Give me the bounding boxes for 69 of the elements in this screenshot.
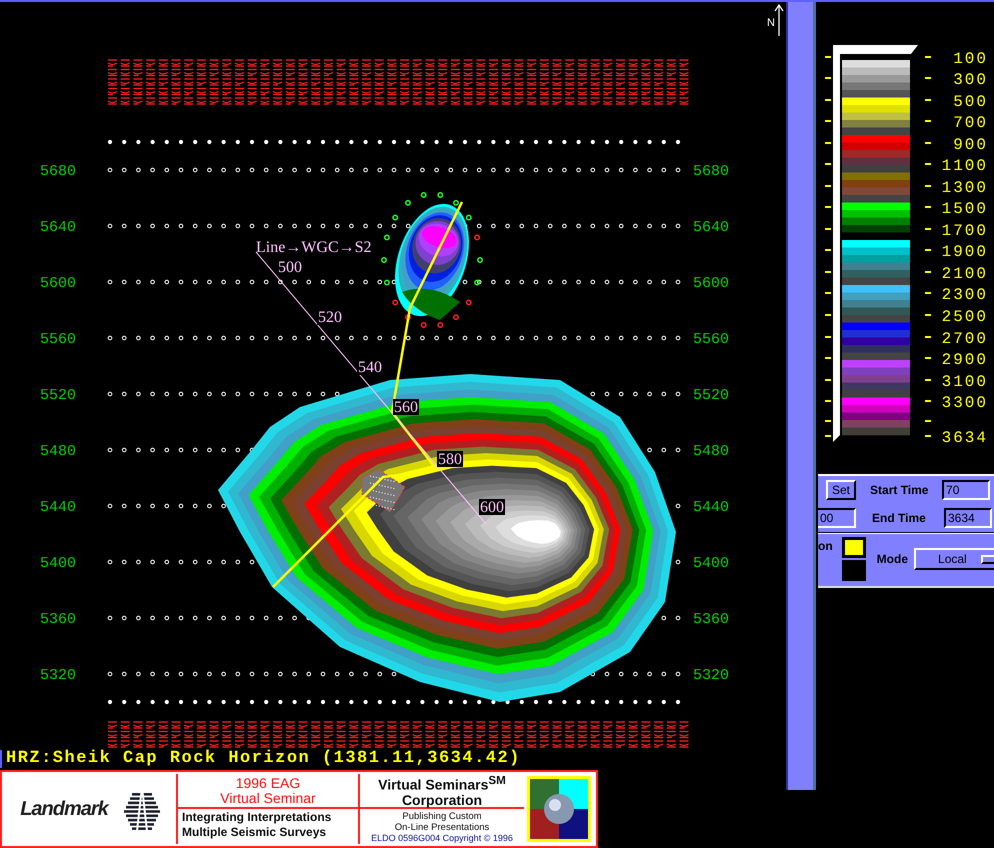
set-button[interactable]: Set [826, 480, 856, 500]
event-title: Virtual Seminar [220, 790, 316, 806]
status-text: HRZ:Sheik Cap Rock Horizon (1381.11,3634.42) [0, 750, 521, 768]
shotpoint-label: 520 [318, 309, 342, 326]
legend-label: 900 [953, 136, 988, 154]
legend-label: 1900 [942, 243, 988, 261]
legend-label: 1700 [942, 222, 988, 240]
copyright-text: ELDO 0596G004 Copyright © 1996 [371, 833, 513, 843]
shotpoint-label: 580 [438, 451, 462, 468]
globe-logo-icon [527, 776, 591, 842]
axis-label: 5400 [40, 555, 76, 572]
seminar-title: Multiple Seismic Surveys [181, 824, 328, 839]
axis-label: 5320 [40, 667, 76, 684]
company-name: Corporation [402, 792, 482, 808]
shotpoint-label: 540 [358, 359, 382, 376]
input-field[interactable]: 00 [818, 508, 856, 528]
legend-label: 1500 [942, 200, 988, 218]
axis-label: 5440 [693, 499, 730, 516]
axis-label: 5440 [40, 499, 76, 516]
axis-label: 5640 [693, 219, 730, 236]
axis-label: 5520 [693, 387, 730, 404]
color-swatch[interactable] [842, 561, 865, 580]
logo-text: Landmark [20, 798, 108, 820]
shotpoint-label: 500 [278, 259, 302, 276]
axis-label: 5360 [40, 611, 76, 628]
start-time-field[interactable]: 70 [942, 480, 990, 500]
seminar-title: Integrating Interpretations [181, 809, 332, 824]
legend-label: 2500 [942, 308, 988, 326]
axis-label: 5360 [693, 611, 730, 628]
axis-label: 5600 [693, 275, 730, 292]
legend-label: 3634 [942, 429, 988, 447]
field-label: on [818, 539, 833, 553]
axis-label: 5680 [40, 163, 76, 180]
axis-label: 5400 [693, 555, 730, 572]
tagline: On‑Line Presentations [394, 822, 490, 833]
end-time-field[interactable]: 3634 [944, 508, 992, 528]
legend-label: 100 [953, 50, 988, 68]
legend-label: 2300 [942, 286, 988, 304]
axis-label: 5560 [40, 331, 76, 348]
axis-label: 5480 [693, 443, 730, 460]
event-title: 1996 EAG [236, 776, 300, 790]
field-label: End Time [872, 511, 927, 525]
shotpoint-label: 560 [394, 399, 418, 416]
legend-label: 1100 [942, 157, 988, 175]
axis-label: 5480 [40, 443, 76, 460]
legend-label: 2100 [942, 265, 988, 283]
legend-label: 700 [953, 114, 988, 132]
axis-label: 5640 [40, 219, 76, 236]
legend-label: 500 [953, 93, 988, 111]
legend-label: 2900 [942, 351, 988, 369]
axis-label: 5520 [40, 387, 76, 404]
color-swatch[interactable] [842, 538, 865, 557]
field-label: Start Time [870, 483, 930, 497]
axis-label: 5680 [693, 163, 730, 180]
field-label: Mode [876, 552, 908, 566]
legend-label: 2700 [942, 330, 988, 348]
tagline: Publishing Custom [402, 811, 482, 822]
legend-label: 3100 [942, 373, 988, 391]
axis-label: 5600 [40, 275, 76, 292]
shotpoint-label: 600 [480, 499, 504, 516]
line-label: Line→WGC→S2 [256, 239, 372, 256]
axis-label: 5560 [693, 331, 730, 348]
scrollbar[interactable] [786, 2, 816, 790]
mode-dropdown[interactable]: Local [914, 548, 994, 570]
legend-label: 1300 [942, 179, 988, 197]
legend-label: 300 [953, 71, 988, 89]
legend-label: 3300 [942, 394, 988, 412]
axis-label: 5320 [693, 667, 730, 684]
company-name: Virtual Seminars$^{SM}$ [378, 773, 506, 793]
